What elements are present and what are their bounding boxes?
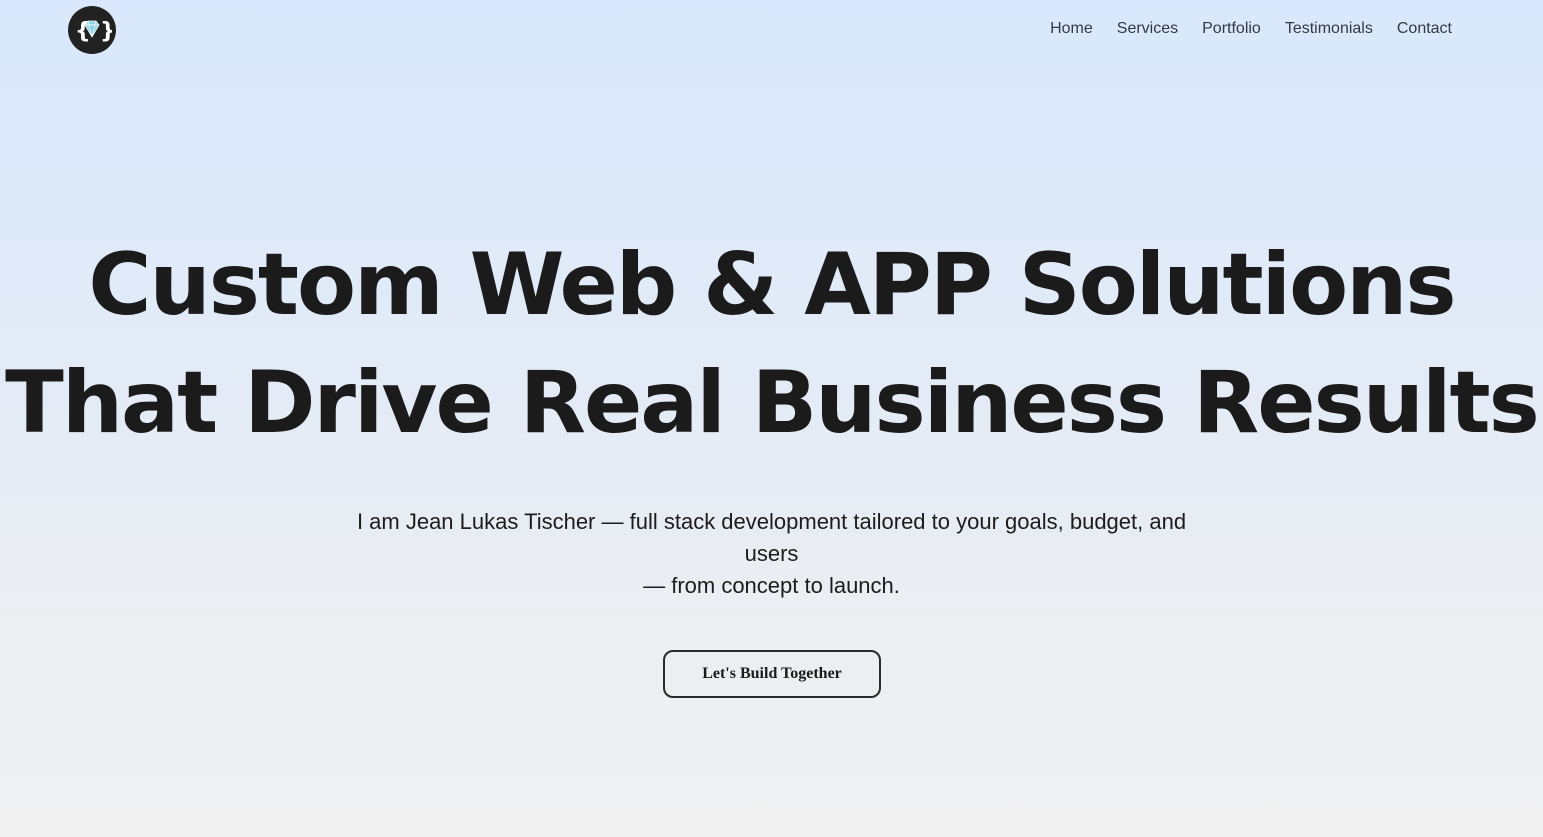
site-header: { } Home Services Portfolio Testimonials… bbox=[0, 0, 1543, 60]
lets-build-together-button[interactable]: Let's Build Together bbox=[663, 650, 881, 698]
diamond-braces-icon: { } bbox=[75, 19, 112, 44]
nav-services-link[interactable]: Services bbox=[1117, 19, 1178, 39]
hero-subtitle-line-1: I am Jean Lukas Tischer — full stack dev… bbox=[356, 509, 1187, 566]
nav-portfolio-link[interactable]: Portfolio bbox=[1202, 19, 1261, 39]
logo[interactable]: { } bbox=[68, 6, 116, 54]
nav-testimonials-link[interactable]: Testimonials bbox=[1285, 19, 1373, 39]
hero-subtitle: I am Jean Lukas Tischer — full stack dev… bbox=[336, 506, 1207, 602]
hero-subtitle-line-2: — from concept to launch. bbox=[643, 573, 900, 598]
hero-title-line-1: Custom Web & APP Solutions bbox=[88, 235, 1456, 335]
hero-title: Custom Web & APP Solutions That Drive Re… bbox=[0, 226, 1543, 462]
nav-home-link[interactable]: Home bbox=[1050, 19, 1093, 39]
main-nav: Home Services Portfolio Testimonials Con… bbox=[1050, 19, 1452, 39]
svg-text:}: } bbox=[100, 19, 112, 44]
nav-contact-link[interactable]: Contact bbox=[1397, 19, 1452, 39]
hero-title-line-2: That Drive Real Business Results bbox=[5, 353, 1540, 453]
